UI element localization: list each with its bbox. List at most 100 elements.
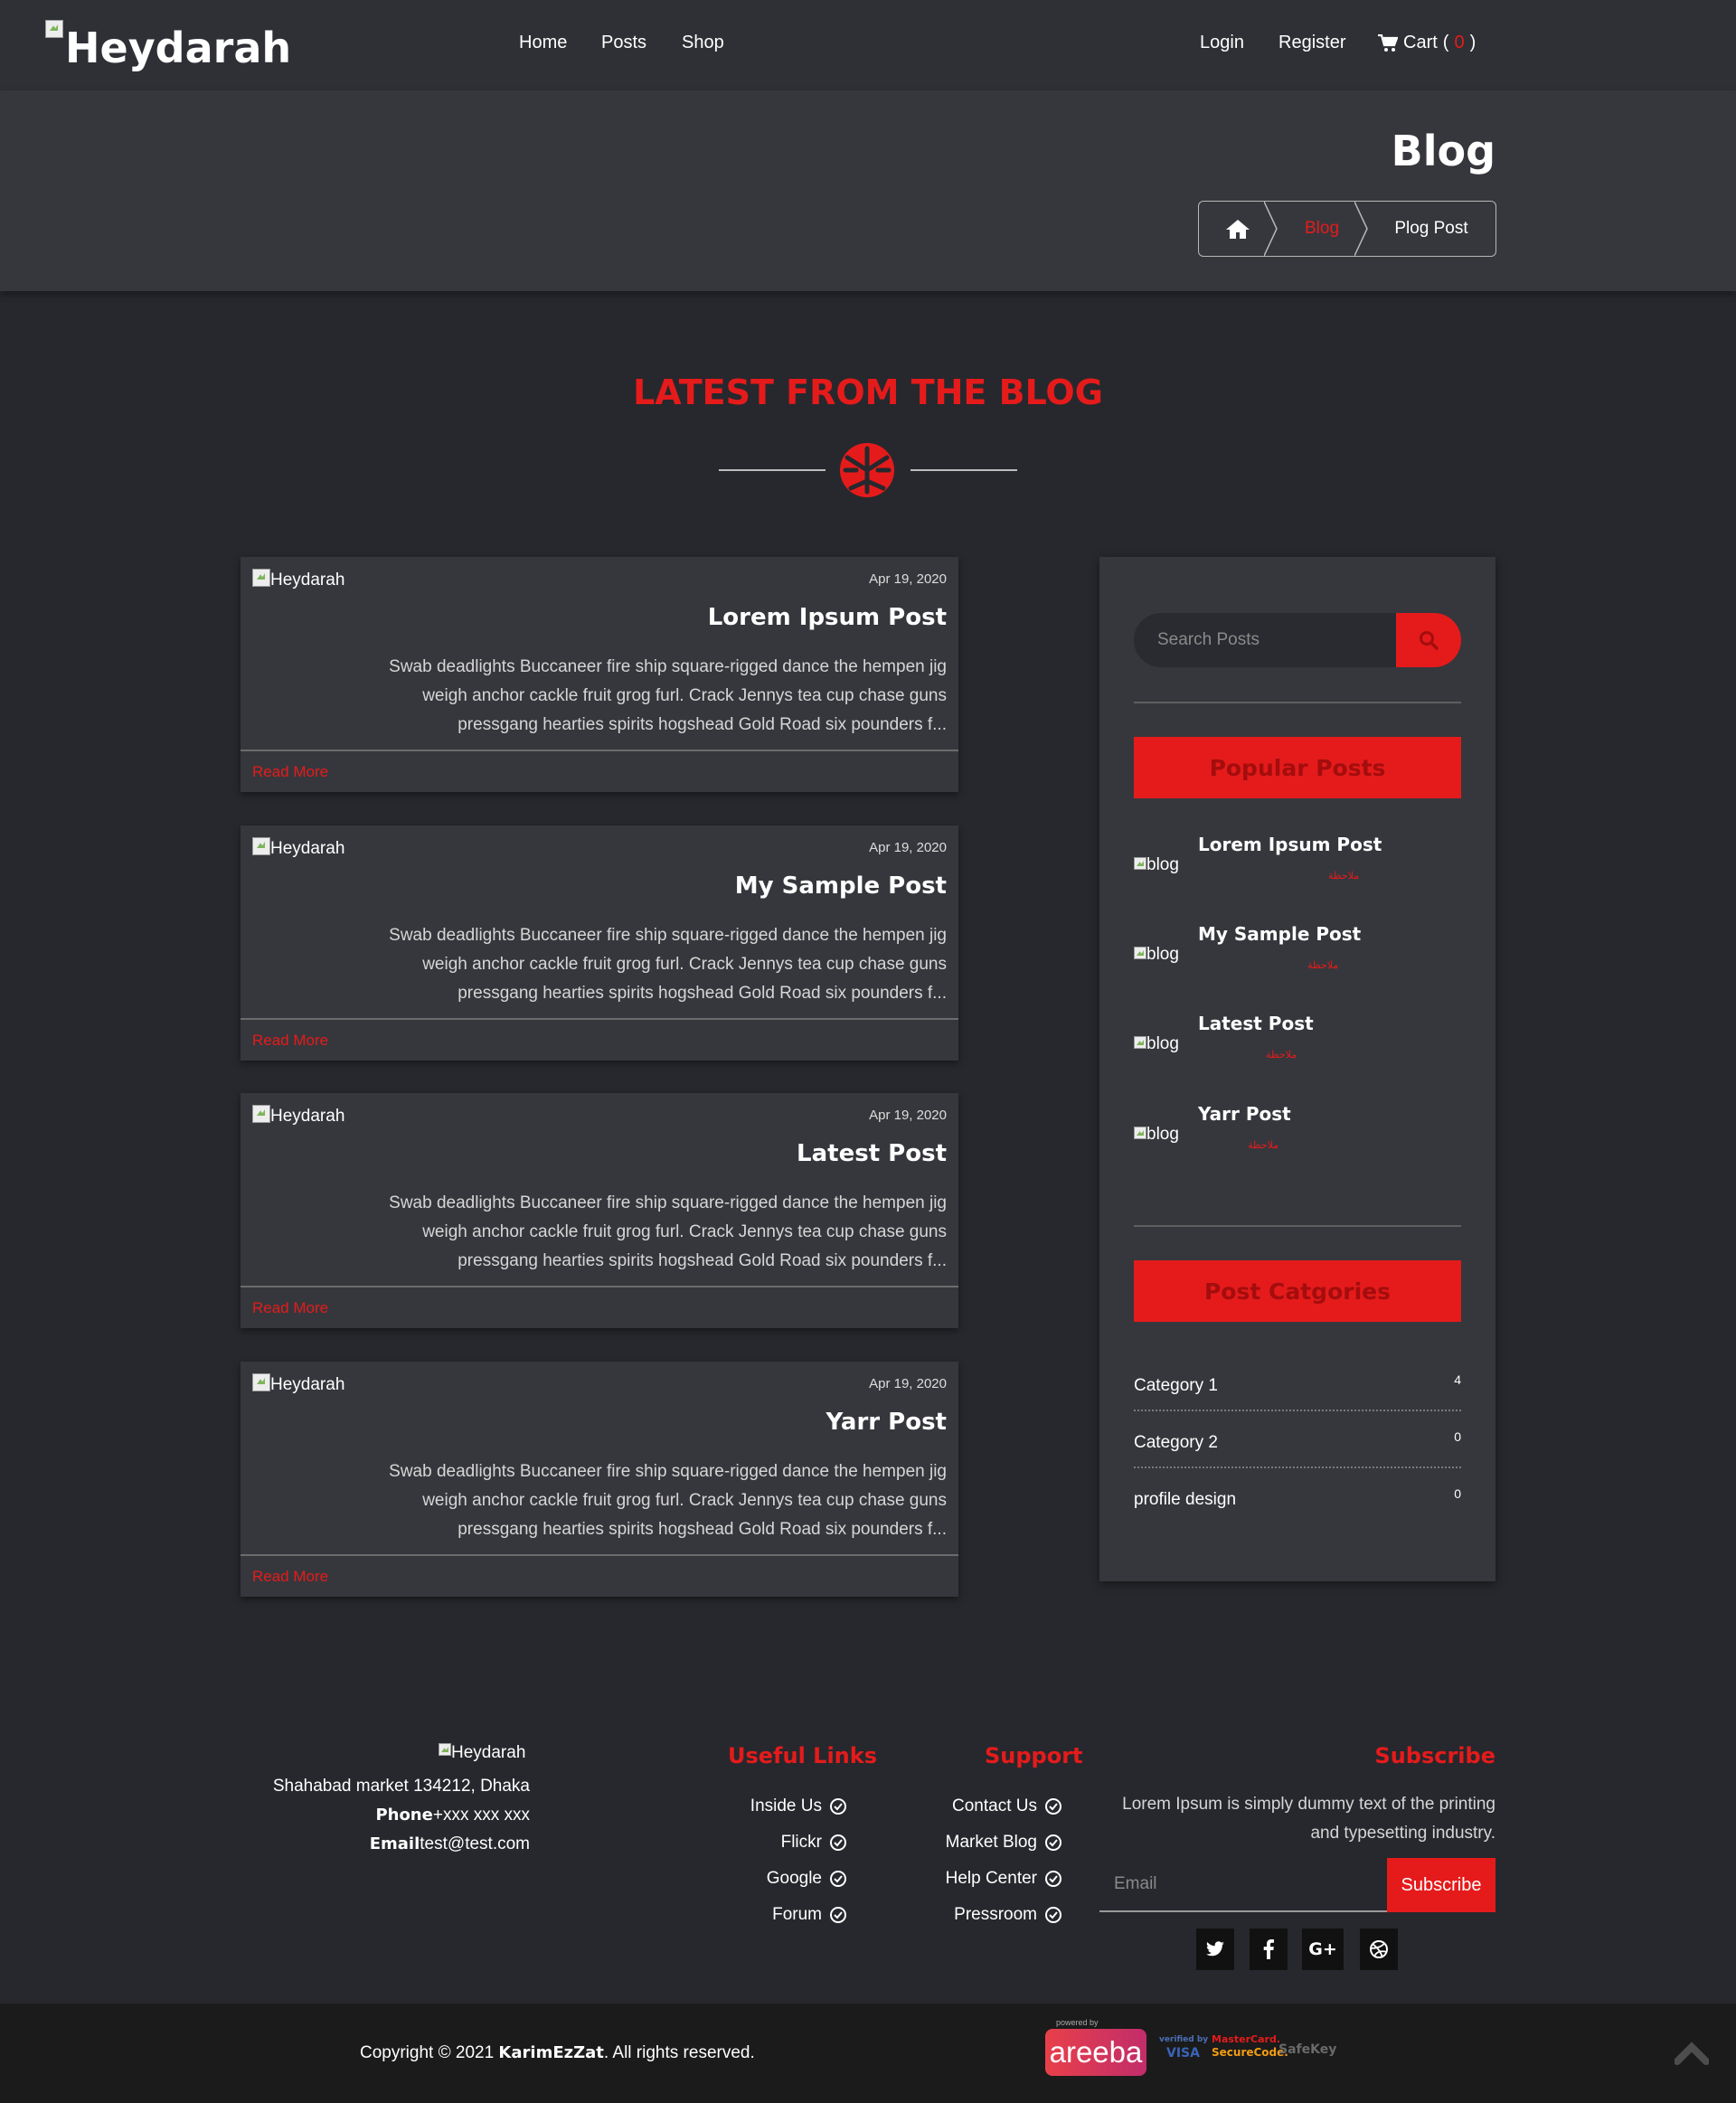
copyright-owner[interactable]: KarimEzZat xyxy=(498,2043,603,2062)
category-item[interactable]: Category 2 0 xyxy=(1134,1428,1461,1466)
footer-link-contact-us[interactable]: Contact Us xyxy=(952,1797,1062,1816)
subscribe-heading: Subscribe xyxy=(1374,1743,1495,1768)
read-more-link[interactable]: Read More xyxy=(252,1568,328,1586)
footer-phone: Phone+xxx xxx xxx xyxy=(375,1806,530,1825)
popular-post-item[interactable]: blog My Sample Post ملاحظة xyxy=(1134,923,1461,995)
popular-post-image-alt: blog xyxy=(1146,855,1179,874)
popular-post-image-alt: blog xyxy=(1146,1034,1179,1053)
search-box xyxy=(1134,613,1461,667)
check-circle-icon xyxy=(830,1871,846,1887)
nav-posts[interactable]: Posts xyxy=(601,33,646,53)
dribbble-icon[interactable] xyxy=(1360,1929,1398,1970)
email-label: Email xyxy=(369,1834,420,1853)
footer-link-flickr[interactable]: Flickr xyxy=(781,1833,847,1853)
footer-link-pressroom[interactable]: Pressroom xyxy=(954,1905,1062,1925)
read-more-link[interactable]: Read More xyxy=(252,1032,328,1050)
search-input[interactable] xyxy=(1134,613,1396,667)
google-plus-icon[interactable]: G+ xyxy=(1302,1929,1344,1970)
breadcrumb-home[interactable] xyxy=(1199,202,1278,256)
footer-logo: Heydarah xyxy=(439,1743,525,1763)
post-title[interactable]: Latest Post xyxy=(797,1140,947,1167)
post-image: Heydarah xyxy=(252,1373,345,1395)
breadcrumb: Blog Plog Post xyxy=(1198,201,1496,257)
read-more-link[interactable]: Read More xyxy=(252,1299,328,1317)
search-icon xyxy=(1420,631,1439,650)
navbar: Heydarah Home Posts Shop Login Register … xyxy=(0,0,1736,90)
subscribe-button[interactable]: Subscribe xyxy=(1387,1858,1495,1912)
popular-post-item[interactable]: blog Latest Post ملاحظة xyxy=(1134,1013,1461,1085)
breadcrumb-blog-label: Blog xyxy=(1304,219,1340,238)
popular-post-item[interactable]: blog Lorem Ipsum Post ملاحظة xyxy=(1134,834,1461,906)
check-circle-icon xyxy=(1045,1871,1061,1887)
scroll-to-top-icon[interactable] xyxy=(1675,2042,1709,2065)
broken-image-icon xyxy=(45,20,63,38)
popular-post-image-alt: blog xyxy=(1146,1125,1179,1144)
post-title[interactable]: Yarr Post xyxy=(826,1409,947,1436)
useful-links-heading: Useful Links xyxy=(728,1743,878,1768)
sidebar: Popular Posts blog Lorem Ipsum Post ملاح… xyxy=(1099,557,1495,1581)
nav-cart[interactable]: Cart (0) xyxy=(1378,33,1476,53)
search-button[interactable] xyxy=(1396,613,1461,667)
subscribe-email-input[interactable] xyxy=(1099,1858,1387,1910)
post-image-alt: Heydarah xyxy=(270,839,345,858)
copyright-suffix: . All rights reserved. xyxy=(603,2043,755,2062)
footer-link-google[interactable]: Google xyxy=(767,1869,847,1889)
post-card: Heydarah Apr 19, 2020 Yarr Post Swab dea… xyxy=(241,1362,958,1597)
cart-icon xyxy=(1378,33,1398,52)
post-excerpt: Swab deadlights Buccaneer fire ship squa… xyxy=(389,926,947,1003)
read-more-link[interactable]: Read More xyxy=(252,763,328,781)
post-card: Heydarah Apr 19, 2020 Lorem Ipsum Post S… xyxy=(241,557,958,792)
post-image-alt: Heydarah xyxy=(270,1375,345,1394)
post-card: Heydarah Apr 19, 2020 Latest Post Swab d… xyxy=(241,1093,958,1328)
post-title[interactable]: My Sample Post xyxy=(735,872,947,900)
popular-post-image-alt: blog xyxy=(1146,945,1179,964)
twitter-icon[interactable] xyxy=(1196,1929,1234,1970)
check-circle-icon xyxy=(1045,1834,1061,1851)
popular-post-item[interactable]: blog Yarr Post ملاحظة xyxy=(1134,1103,1461,1175)
page-title: Blog xyxy=(1391,127,1495,175)
check-circle-icon xyxy=(1045,1798,1061,1815)
ornament-divider xyxy=(719,443,1017,497)
nav-home[interactable]: Home xyxy=(519,33,567,53)
nav-register[interactable]: Register xyxy=(1278,33,1345,53)
popular-post-title: Lorem Ipsum Post xyxy=(1198,834,1382,855)
category-count: 4 xyxy=(1454,1372,1461,1387)
post-date: Apr 19, 2020 xyxy=(869,1108,947,1123)
brand-logo[interactable]: Heydarah xyxy=(45,20,291,69)
bottom-bar: Copyright © 2021 KarimEzZat. All rights … xyxy=(0,2004,1736,2103)
footer-link-inside-us[interactable]: Inside Us xyxy=(750,1797,847,1816)
facebook-icon[interactable] xyxy=(1250,1929,1288,1970)
broken-image-icon xyxy=(1134,857,1146,870)
breadcrumb-blog[interactable]: Blog xyxy=(1277,202,1368,256)
post-title[interactable]: Lorem Ipsum Post xyxy=(708,604,947,631)
broken-image-icon xyxy=(252,837,270,855)
nav-shop[interactable]: Shop xyxy=(682,33,724,53)
footer-link-market-blog[interactable]: Market Blog xyxy=(946,1833,1062,1853)
footer-link-help-center[interactable]: Help Center xyxy=(946,1869,1062,1889)
post-divider xyxy=(241,1286,958,1287)
footer-link-forum[interactable]: Forum xyxy=(772,1905,847,1925)
home-icon xyxy=(1226,220,1250,239)
subscribe-description: Lorem Ipsum is simply dummy text of the … xyxy=(1122,1795,1495,1843)
section-title: LATEST FROM THE BLOG xyxy=(633,373,1103,412)
breadcrumb-current: Plog Post xyxy=(1394,219,1468,238)
broken-image-icon xyxy=(252,1373,270,1391)
nav-login[interactable]: Login xyxy=(1200,33,1244,53)
email-value[interactable]: test@test.com xyxy=(420,1834,530,1853)
post-divider xyxy=(241,1018,958,1020)
sidebar-divider xyxy=(1134,702,1461,703)
footer-link-label: Google xyxy=(766,1869,822,1888)
popular-post-meta: ملاحظة xyxy=(1307,960,1339,971)
category-item[interactable]: profile design 0 xyxy=(1134,1485,1461,1523)
broken-image-icon xyxy=(252,569,270,587)
category-divider xyxy=(1134,1410,1461,1411)
post-excerpt: Swab deadlights Buccaneer fire ship squa… xyxy=(389,657,947,734)
popular-posts-heading: Popular Posts xyxy=(1134,737,1461,798)
copyright-prefix: Copyright © 2021 xyxy=(360,2043,499,2062)
category-item[interactable]: Category 1 4 xyxy=(1134,1371,1461,1409)
cart-paren-open: ( xyxy=(1442,33,1449,52)
popular-post-title: Latest Post xyxy=(1198,1013,1314,1034)
footer-email: Emailtest@test.com xyxy=(370,1834,530,1854)
post-image: Heydarah xyxy=(252,837,345,859)
post-image-alt: Heydarah xyxy=(270,1107,345,1126)
